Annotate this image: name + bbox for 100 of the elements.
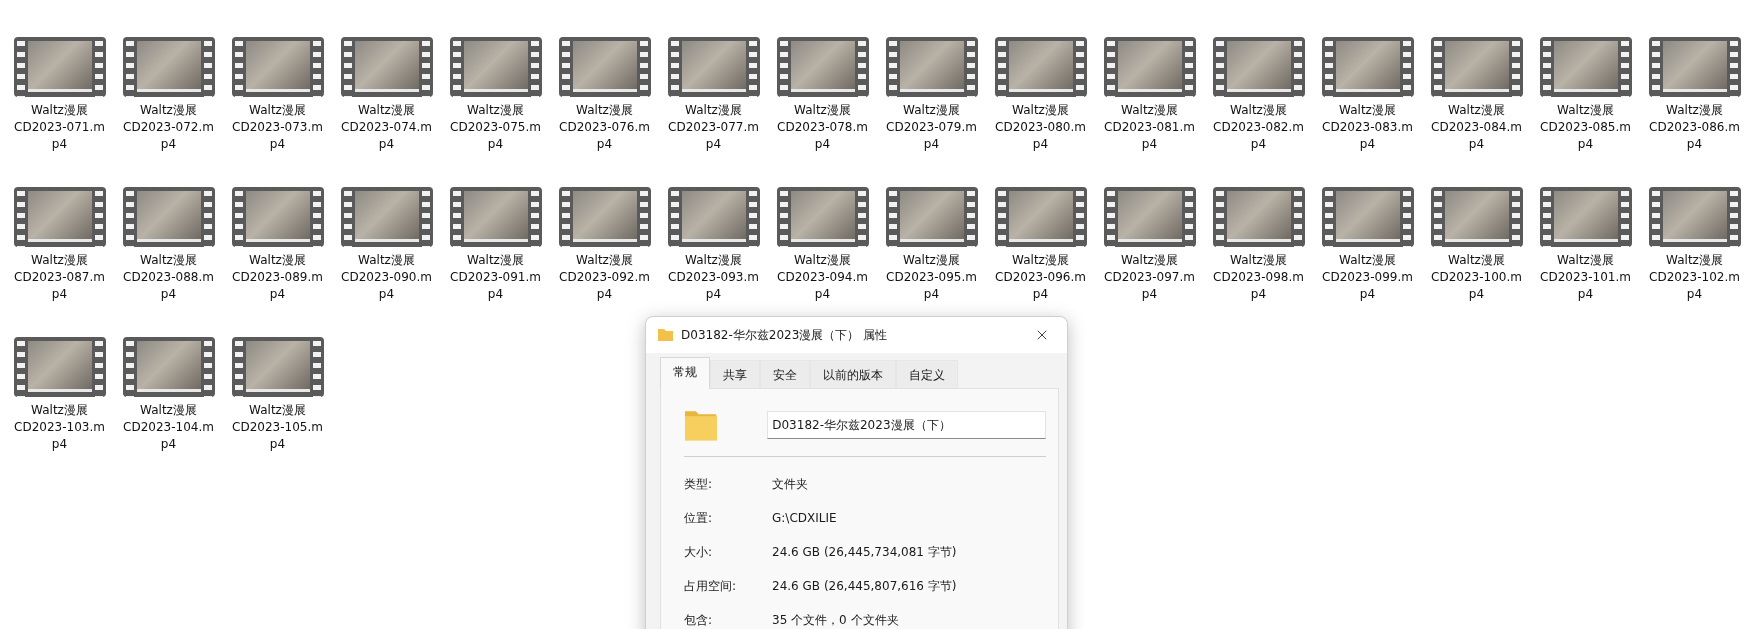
file-name: Waltz漫展 CD2023-096.m p4 [995, 252, 1086, 303]
photo-placeholder [1662, 41, 1727, 92]
file-name: Waltz漫展 CD2023-090.m p4 [341, 252, 432, 303]
video-thumbnail[interactable] [13, 37, 106, 97]
photo-placeholder [790, 41, 855, 92]
file-name: Waltz漫展 CD2023-074.m p4 [341, 102, 432, 153]
photo-placeholder [1444, 41, 1509, 92]
property-label: 位置: [684, 509, 714, 527]
video-thumbnail[interactable] [122, 337, 215, 397]
video-thumbnail[interactable] [449, 187, 542, 247]
video-thumbnail[interactable] [1212, 37, 1305, 97]
video-thumbnail[interactable] [667, 187, 760, 247]
file-name: Waltz漫展 CD2023-089.m p4 [232, 252, 323, 303]
file-name: Waltz漫展 CD2023-075.m p4 [450, 102, 541, 153]
file-name: Waltz漫展 CD2023-078.m p4 [777, 102, 868, 153]
video-thumbnail[interactable] [1321, 37, 1414, 97]
file-name: Waltz漫展 CD2023-094.m p4 [777, 252, 868, 303]
file-name: Waltz漫展 CD2023-088.m p4 [123, 252, 214, 303]
video-thumbnail[interactable] [231, 337, 324, 397]
video-thumbnail[interactable] [1321, 187, 1414, 247]
photo-placeholder [136, 191, 201, 242]
video-thumbnail[interactable] [340, 187, 433, 247]
tab[interactable]: 常规 [660, 357, 710, 389]
video-thumbnail[interactable] [1648, 37, 1741, 97]
file-name: Waltz漫展 CD2023-105.m p4 [232, 402, 323, 453]
file-name: Waltz漫展 CD2023-086.m p4 [1649, 102, 1740, 153]
file-name: Waltz漫展 CD2023-093.m p4 [668, 252, 759, 303]
video-thumbnail[interactable] [231, 37, 324, 97]
video-thumbnail[interactable] [1539, 187, 1632, 247]
video-thumbnail[interactable] [13, 337, 106, 397]
video-thumbnail[interactable] [776, 37, 869, 97]
tab[interactable]: 以前的版本 [810, 360, 896, 388]
photo-placeholder [1553, 191, 1618, 242]
tab[interactable]: 安全 [760, 360, 810, 388]
file-name: Waltz漫展 CD2023-079.m p4 [886, 102, 977, 153]
video-thumbnail[interactable] [776, 187, 869, 247]
property-label: 大小: [684, 543, 714, 561]
property-value: 文件夹 [772, 475, 809, 493]
video-thumbnail[interactable] [1212, 187, 1305, 247]
file-name: Waltz漫展 CD2023-102.m p4 [1649, 252, 1740, 303]
file-name: Waltz漫展 CD2023-095.m p4 [886, 252, 977, 303]
photo-placeholder [27, 341, 92, 392]
photo-placeholder [790, 191, 855, 242]
video-thumbnail[interactable] [231, 187, 324, 247]
file-name: Waltz漫展 CD2023-099.m p4 [1322, 252, 1413, 303]
photo-placeholder [245, 41, 310, 92]
folder-icon [658, 329, 673, 341]
window-title: D03182-华尔兹2023漫展（下） 属性 [681, 326, 889, 344]
photo-placeholder [245, 341, 310, 392]
video-thumbnail[interactable] [1648, 187, 1741, 247]
video-thumbnail[interactable] [994, 37, 1087, 97]
video-thumbnail[interactable] [340, 37, 433, 97]
file-name: Waltz漫展 CD2023-087.m p4 [14, 252, 105, 303]
file-name: Waltz漫展 CD2023-098.m p4 [1213, 252, 1304, 303]
photo-placeholder [1008, 41, 1073, 92]
video-thumbnail[interactable] [558, 187, 651, 247]
video-thumbnail[interactable] [885, 37, 978, 97]
property-label: 类型: [684, 475, 714, 493]
folder-icon [684, 409, 718, 441]
file-name: Waltz漫展 CD2023-071.m p4 [14, 102, 105, 153]
photo-placeholder [463, 191, 528, 242]
video-thumbnail[interactable] [558, 37, 651, 97]
file-name: Waltz漫展 CD2023-077.m p4 [668, 102, 759, 153]
video-thumbnail[interactable] [885, 187, 978, 247]
file-name: Waltz漫展 CD2023-091.m p4 [450, 252, 541, 303]
property-value: G:\CDXILIE [772, 511, 838, 525]
photo-placeholder [1008, 191, 1073, 242]
file-name: Waltz漫展 CD2023-101.m p4 [1540, 252, 1631, 303]
photo-placeholder [681, 41, 746, 92]
video-thumbnail[interactable] [122, 37, 215, 97]
video-thumbnail[interactable] [1539, 37, 1632, 97]
property-value: 24.6 GB (26,445,734,081 字节) [772, 543, 958, 561]
tab[interactable]: 共享 [710, 360, 760, 388]
property-value: 24.6 GB (26,445,807,616 字节) [772, 577, 958, 595]
file-name: Waltz漫展 CD2023-080.m p4 [995, 102, 1086, 153]
file-name: Waltz漫展 CD2023-097.m p4 [1104, 252, 1195, 303]
file-name: Waltz漫展 CD2023-100.m p4 [1431, 252, 1522, 303]
photo-placeholder [572, 191, 637, 242]
name-field[interactable]: D03182-华尔兹2023漫展（下） [767, 411, 1046, 439]
file-name: Waltz漫展 CD2023-073.m p4 [232, 102, 323, 153]
video-thumbnail[interactable] [449, 37, 542, 97]
video-thumbnail[interactable] [1430, 37, 1523, 97]
video-thumbnail[interactable] [122, 187, 215, 247]
photo-placeholder [899, 41, 964, 92]
video-thumbnail[interactable] [1430, 187, 1523, 247]
video-thumbnail[interactable] [994, 187, 1087, 247]
photo-placeholder [1335, 41, 1400, 92]
tab[interactable]: 自定义 [896, 360, 958, 388]
file-name: Waltz漫展 CD2023-076.m p4 [559, 102, 650, 153]
file-name: Waltz漫展 CD2023-084.m p4 [1431, 102, 1522, 153]
video-thumbnail[interactable] [13, 187, 106, 247]
photo-placeholder [1444, 191, 1509, 242]
video-thumbnail[interactable] [1103, 37, 1196, 97]
photo-placeholder [899, 191, 964, 242]
photo-placeholder [27, 41, 92, 92]
video-thumbnail[interactable] [1103, 187, 1196, 247]
file-name: Waltz漫展 CD2023-103.m p4 [14, 402, 105, 453]
file-name: Waltz漫展 CD2023-092.m p4 [559, 252, 650, 303]
photo-placeholder [354, 41, 419, 92]
video-thumbnail[interactable] [667, 37, 760, 97]
